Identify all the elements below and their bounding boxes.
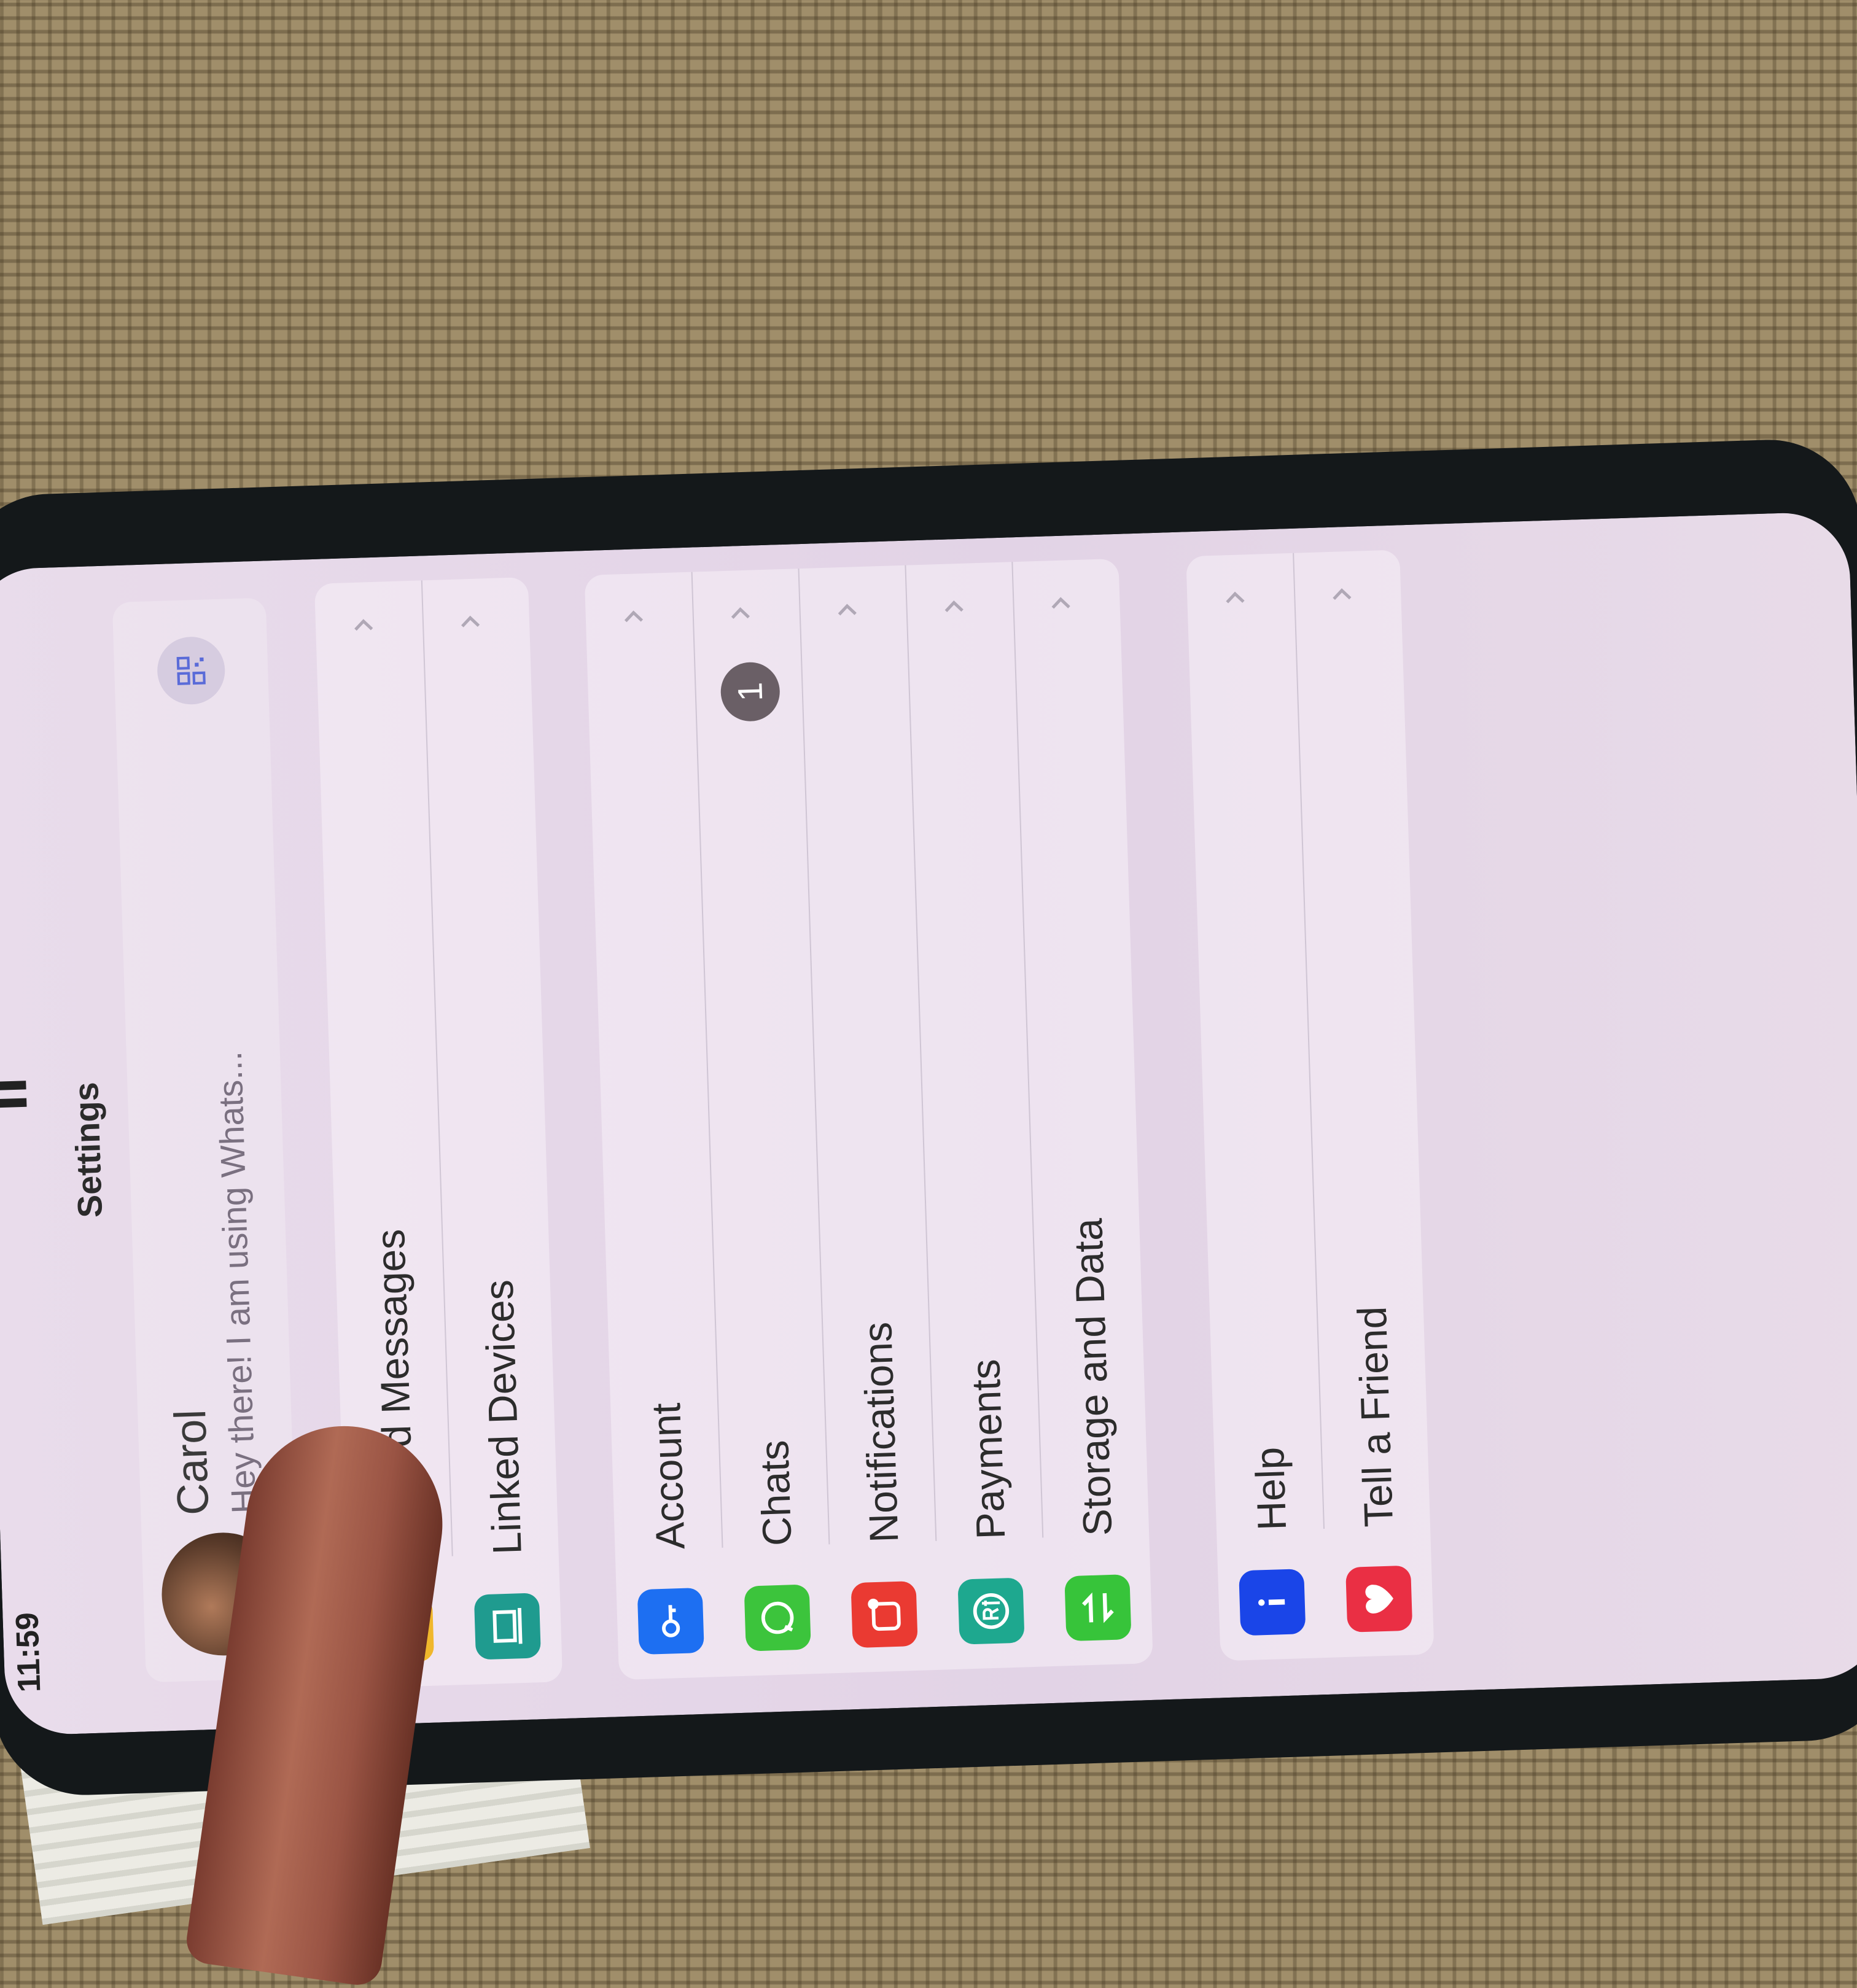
- whatsapp-icon: [744, 1584, 811, 1652]
- payments-icon: [957, 1577, 1025, 1645]
- row-label-linked-devices: Linked Devices: [475, 1279, 530, 1556]
- heart-icon: [1345, 1565, 1413, 1633]
- unread-badge: 1: [720, 661, 781, 723]
- arrows-icon: [1064, 1574, 1132, 1642]
- row-label-storage-and-data: Storage and Data: [1065, 1217, 1121, 1537]
- signal-icon: ▌▌: [0, 1072, 25, 1108]
- status-time: 11:59: [9, 1612, 48, 1693]
- row-label-chats: Chats: [751, 1439, 800, 1547]
- chevron-right-icon: [354, 619, 373, 631]
- chevron-right-icon: [838, 604, 857, 616]
- settings-group-3: Help Tell a Friend: [1186, 549, 1435, 1661]
- chevron-right-icon: [461, 615, 480, 627]
- info-icon: [1239, 1569, 1306, 1636]
- chevron-right-icon: [624, 610, 644, 623]
- laptop-icon: [473, 1593, 542, 1660]
- qr-code-icon: [176, 656, 206, 685]
- notification-icon: [851, 1580, 918, 1648]
- profile-name: Carol: [166, 1408, 219, 1516]
- settings-group-2: Account Chats 1 Notifications Payments S…: [584, 558, 1153, 1680]
- chevron-right-icon: [731, 607, 750, 619]
- chevron-right-icon: [1333, 588, 1352, 600]
- row-label-account: Account: [643, 1402, 693, 1550]
- row-label-tell-a-friend: Tell a Friend: [1349, 1305, 1401, 1528]
- row-label-help: Help: [1246, 1446, 1295, 1531]
- row-label-payments: Payments: [962, 1358, 1014, 1540]
- key-icon: [637, 1587, 704, 1655]
- qr-code-button[interactable]: [156, 635, 226, 705]
- chevron-right-icon: [1226, 591, 1245, 604]
- row-label-notifications: Notifications: [854, 1321, 907, 1543]
- chevron-right-icon: [944, 600, 964, 613]
- profile-status: Hey there! I am using Whats...: [209, 1050, 263, 1515]
- chevron-right-icon: [1051, 597, 1070, 609]
